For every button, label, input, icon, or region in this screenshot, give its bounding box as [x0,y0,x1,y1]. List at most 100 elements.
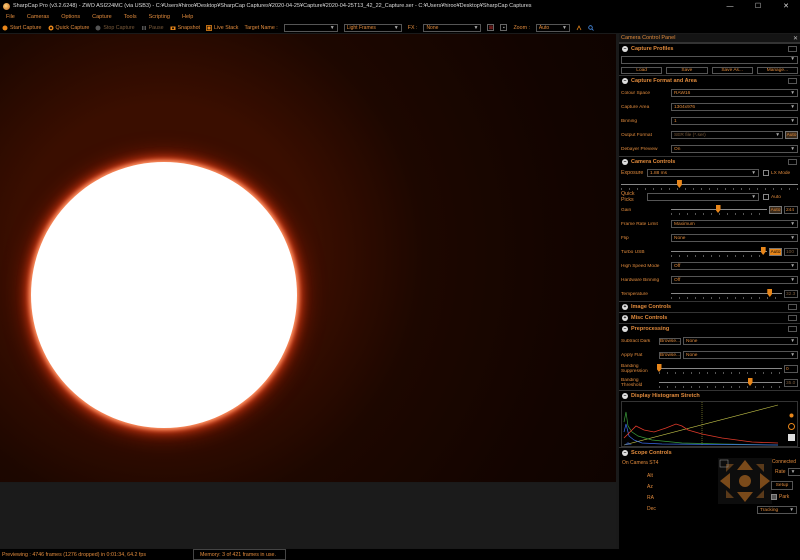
histogram-reset-icon[interactable] [788,423,795,430]
reticle-icon[interactable]: ⊠ [487,24,495,31]
section-menu-icon[interactable] [788,46,797,52]
banding-threshold-value[interactable]: 35.0 [784,379,798,387]
turbo-usb-slider[interactable] [671,247,767,257]
preview-viewport[interactable] [0,34,616,482]
subtract-dark-dropdown[interactable]: None ▼ [683,337,798,345]
turbo-usb-value[interactable]: 100 [784,248,798,256]
pause-button[interactable]: Pause [141,25,164,31]
menu-tools[interactable]: Tools [118,14,143,20]
section-menu-icon[interactable] [788,304,797,310]
load-profile-button[interactable]: Load [621,66,663,74]
tracking-dropdown[interactable]: Tracking ▼ [757,506,797,514]
hardware-binning-dropdown[interactable]: Off ▼ [671,276,798,284]
menu-file[interactable]: File [0,14,21,20]
capture-area-dropdown[interactable]: 1304x976 ▼ [671,103,798,111]
maximize-button[interactable]: ☐ [744,0,772,12]
quick-picks-dropdown[interactable]: ▼ [647,193,759,201]
collapse-icon[interactable]: – [622,46,628,52]
gain-value[interactable]: 244 [784,206,798,214]
section-menu-icon[interactable] [788,326,797,332]
output-format-dropdown[interactable]: SER file (*.ser) ▼ [671,131,783,139]
minimize-button[interactable]: — [716,0,744,12]
section-header-image-controls[interactable]: + Image Controls [619,302,800,312]
save-as-profile-button[interactable]: Save As... [711,66,753,74]
banding-suppression-value[interactable]: 0 [784,365,798,373]
start-capture-button[interactable]: Start Capture [2,25,42,31]
scope-direction-pad[interactable] [718,458,772,504]
colour-space-dropdown[interactable]: RAW16 ▼ [671,89,798,97]
menu-scripting[interactable]: Scripting [143,14,176,20]
hardware-binning-row: Hardware Binning Off ▼ [619,273,800,287]
collapse-icon[interactable]: – [622,159,628,165]
park-checkbox[interactable]: Park [771,494,789,500]
turbo-usb-auto-button[interactable]: Auto [769,248,782,256]
frame-type-dropdown[interactable]: Light Frames ▼ [343,23,402,32]
apply-flat-browse-button[interactable]: Browse... [659,351,681,359]
expand-icon[interactable]: + [622,315,628,321]
scope-setup-button[interactable]: Setup [771,481,793,490]
output-format-auto-button[interactable]: Auto [785,131,798,139]
banding-threshold-row: Banding Threshold 35.0 [619,376,800,390]
histogram-save-icon[interactable] [788,434,795,441]
gain-auto-button[interactable]: Auto [769,206,782,214]
zoom-tool-icon[interactable] [576,24,582,31]
section-header-preprocessing[interactable]: – Preprocessing [619,324,800,334]
profile-dropdown[interactable]: ▼ [621,55,798,64]
target-name-combo[interactable]: ▼ [283,23,338,32]
section-menu-icon[interactable] [788,315,797,321]
subtract-dark-browse-button[interactable]: Browse... [659,337,681,345]
chevron-down-icon: ▼ [751,194,756,200]
section-header-misc-controls[interactable]: + Misc Controls [619,313,800,323]
quick-picks-auto-checkbox[interactable]: Auto [763,194,781,200]
menu-help[interactable]: Help [176,14,199,20]
lx-mode-checkbox[interactable]: LX Mode [763,170,790,176]
collapse-icon[interactable]: – [622,78,628,84]
zoom-dropdown[interactable]: Auto ▼ [535,23,570,32]
magnifier-icon[interactable] [588,24,594,31]
section-menu-icon[interactable] [788,159,797,165]
save-profile-button[interactable]: Save [666,66,708,74]
exposure-input[interactable]: 1.88 ms ▼ [647,169,759,177]
fx-dropdown[interactable]: None ▼ [423,23,482,32]
snapshot-button[interactable]: Snapshot [170,25,200,31]
manage-profiles-button[interactable]: Manage... [756,66,798,74]
high-speed-dropdown[interactable]: Off ▼ [671,262,798,270]
binning-dropdown[interactable]: 1 ▼ [671,117,798,125]
slider-thumb[interactable] [760,247,766,255]
menu-options[interactable]: Options [55,14,86,20]
settings-icon[interactable]: ▪ [500,24,508,31]
collapse-icon[interactable]: – [622,450,628,456]
section-menu-icon[interactable] [788,78,797,84]
slider-thumb[interactable] [676,180,682,188]
menu-cameras[interactable]: Cameras [21,14,55,20]
close-window-button[interactable]: ✕ [772,0,800,12]
section-header-scope-controls[interactable]: – Scope Controls [619,448,800,458]
quick-capture-button[interactable]: Quick Capture [48,25,89,31]
frame-rate-dropdown[interactable]: Maximum ▼ [671,220,798,228]
rate-dropdown[interactable]: ▼ [787,468,800,476]
slider-thumb[interactable] [715,205,721,213]
menu-capture[interactable]: Capture [86,14,118,20]
stop-slew-icon[interactable] [739,475,751,487]
axis-az-label: Az [647,484,653,490]
collapse-icon[interactable]: – [622,393,628,399]
section-header-capture-profiles[interactable]: – Capture Profiles [619,44,800,54]
expand-icon[interactable]: + [622,304,628,310]
gain-slider[interactable] [671,205,767,215]
stop-capture-button[interactable]: Stop Capture [95,25,135,31]
close-panel-icon[interactable]: ✕ [793,35,798,42]
debayer-preview-dropdown[interactable]: On ▼ [671,145,798,153]
histogram-auto-stretch-icon[interactable] [788,412,795,419]
banding-threshold-slider[interactable] [659,378,782,388]
histogram-display[interactable] [621,401,798,447]
section-header-camera-controls[interactable]: – Camera Controls [619,157,800,167]
live-stack-button[interactable]: Live Stack [206,25,238,31]
flip-dropdown[interactable]: None ▼ [671,234,798,242]
banding-suppression-slider[interactable] [656,364,782,374]
slider-thumb[interactable] [747,378,753,386]
collapse-icon[interactable]: – [622,326,628,332]
apply-flat-dropdown[interactable]: None ▼ [683,351,798,359]
section-header-histogram[interactable]: – Display Histogram Stretch [619,391,800,401]
section-header-capture-format[interactable]: – Capture Format and Area [619,76,800,86]
exposure-slider[interactable] [621,180,798,190]
